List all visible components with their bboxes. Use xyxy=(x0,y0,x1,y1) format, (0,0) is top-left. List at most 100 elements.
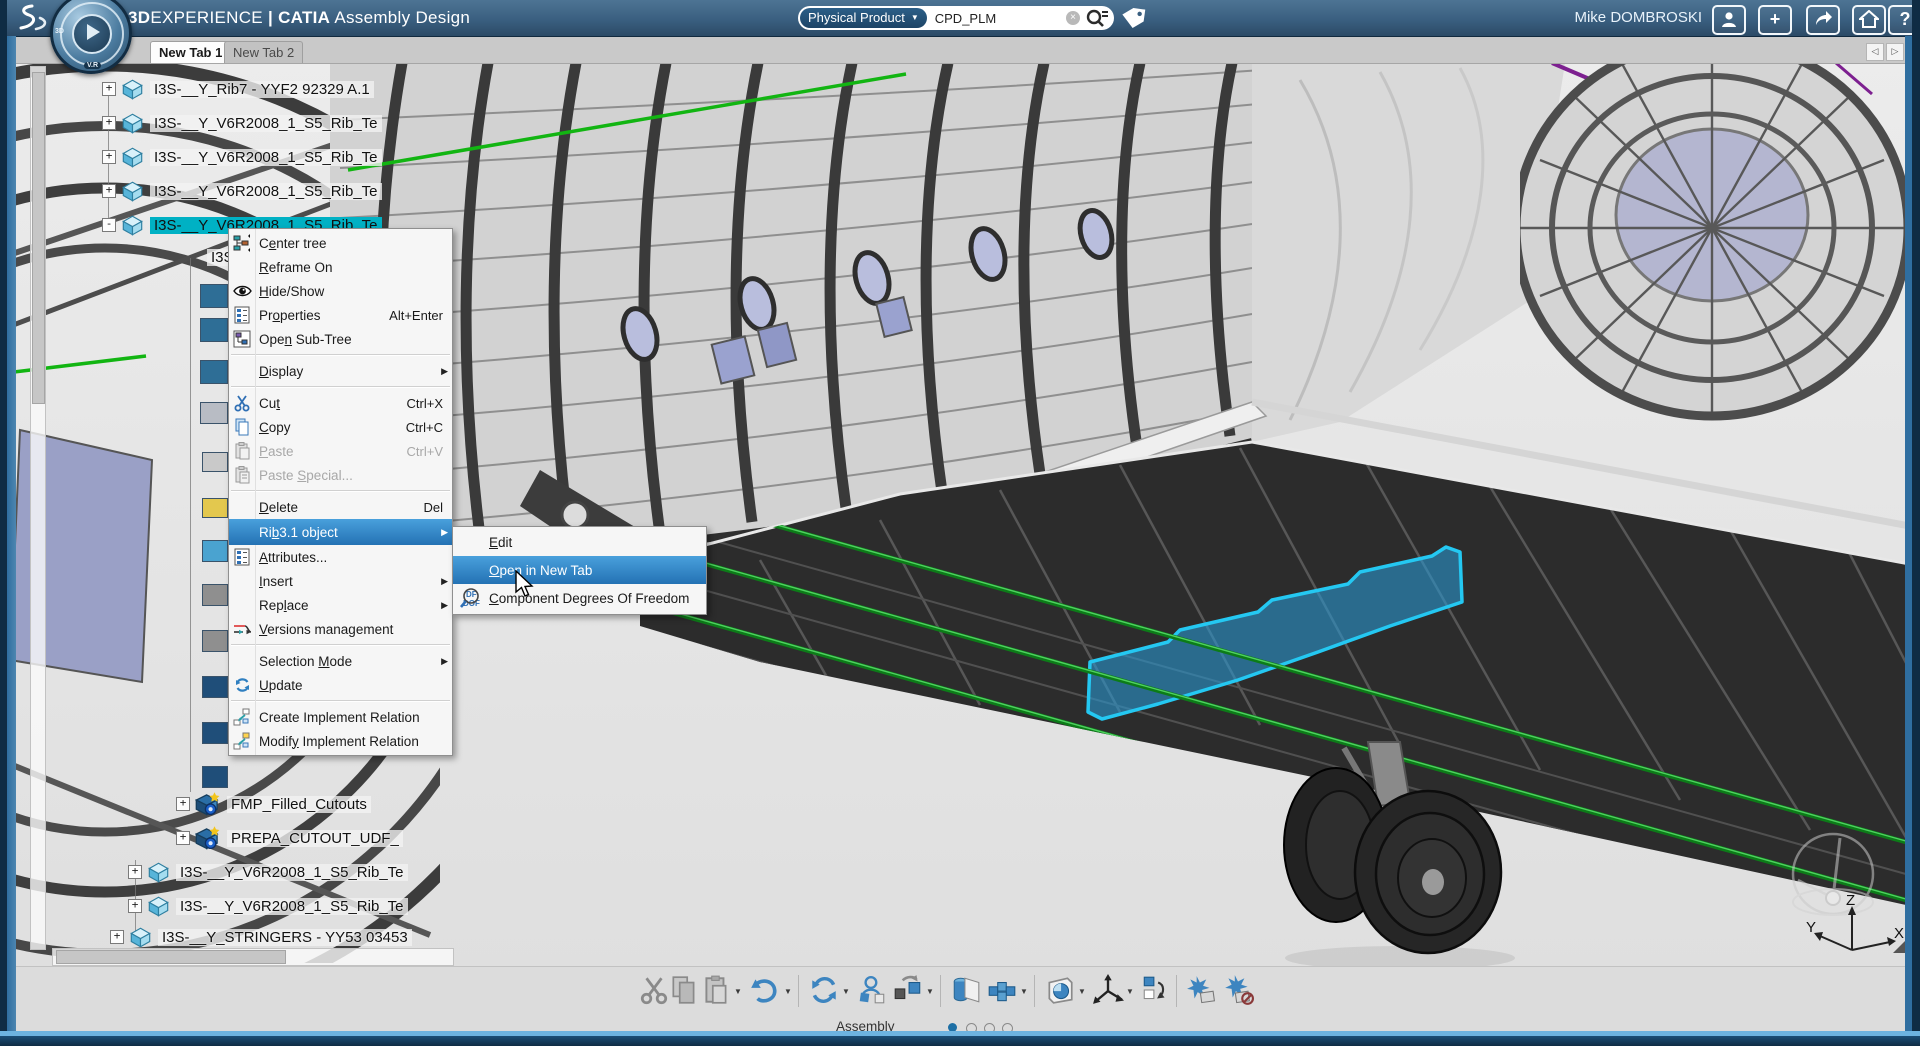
expander-icon[interactable]: + xyxy=(176,831,190,845)
add-icon[interactable]: + xyxy=(1758,5,1792,35)
tree-child-icon[interactable] xyxy=(202,630,228,652)
cut-button[interactable] xyxy=(638,973,670,1007)
versions-icon xyxy=(233,620,252,638)
window-border-right-inner[interactable] xyxy=(1905,36,1912,1046)
menu-item-center-tree[interactable]: Center tree xyxy=(229,231,452,255)
tree-item[interactable]: + I3S-__Y_Rib7 - YYF2 92329 A.1 xyxy=(102,76,374,102)
menu-item-versions-management[interactable]: Versions management xyxy=(229,617,452,641)
tree-child-icon[interactable] xyxy=(200,402,228,424)
paste-options-caret[interactable]: ▼ xyxy=(734,987,742,996)
paste-button[interactable] xyxy=(700,973,732,1007)
menu-item-reframe-on[interactable]: Reframe On xyxy=(229,255,452,279)
menu-item-create-implement-relation[interactable]: Create Implement Relation xyxy=(229,705,452,729)
menu-item-modify-implement-relation[interactable]: Modify Implement Relation xyxy=(229,729,452,753)
component-management-button[interactable] xyxy=(856,973,888,1007)
tree-item[interactable]: + I3S-__Y_STRINGERS - YY53 03453 xyxy=(110,927,412,947)
tree-item[interactable]: + PREPA_CUTOUT_UDF_ xyxy=(176,825,403,851)
tree-item[interactable]: + I3S-__Y_V6R2008_1_S5_Rib_Te xyxy=(128,893,408,919)
window-border-left-inner xyxy=(7,36,16,1046)
tab-scroll-left-icon[interactable]: ◁ xyxy=(1866,43,1884,61)
expander-icon[interactable]: + xyxy=(110,930,124,944)
menu-item-rib3-object[interactable]: Rib3.1 object ▶ xyxy=(229,519,452,545)
axis-system-button[interactable] xyxy=(1092,973,1124,1007)
product-cube-icon xyxy=(121,146,144,169)
instantiation-caret[interactable]: ▼ xyxy=(1020,987,1028,996)
menu-item-delete[interactable]: Delete Del xyxy=(229,495,452,519)
submenu-item-component-dof[interactable]: DF DOF Component Degrees Of Freedom xyxy=(453,584,706,612)
menu-item-cut[interactable]: Cut Ctrl+X xyxy=(229,391,452,415)
toolbar-separator xyxy=(798,975,799,1007)
search-clear-icon[interactable]: × xyxy=(1066,11,1080,25)
section-button[interactable] xyxy=(950,973,982,1007)
expander-icon[interactable]: + xyxy=(102,82,116,96)
tag-icon[interactable] xyxy=(1120,6,1146,30)
clash-button[interactable] xyxy=(1186,973,1218,1007)
tab-new-tab-2[interactable]: New Tab 2 xyxy=(224,41,303,63)
expander-icon[interactable]: + xyxy=(176,797,190,811)
update-caret[interactable]: ▼ xyxy=(842,987,850,996)
menu-item-paste-special: Paste Special... xyxy=(229,463,452,487)
expander-icon[interactable]: + xyxy=(102,184,116,198)
context-submenu: Edit Open in New Tab DF DOF Component De… xyxy=(452,526,707,615)
tree-horizontal-scrollbar-thumb[interactable] xyxy=(56,950,286,964)
menu-item-update[interactable]: Update xyxy=(229,673,452,697)
mechanism-button[interactable] xyxy=(1044,973,1076,1007)
profile-icon[interactable] xyxy=(1712,5,1746,35)
menu-item-hide-show[interactable]: Hide/Show xyxy=(229,279,452,303)
tree-child-icon[interactable] xyxy=(202,498,228,518)
axis-system-caret[interactable]: ▼ xyxy=(1126,987,1134,996)
update-button[interactable] xyxy=(808,973,840,1007)
tree-item[interactable]: I3S xyxy=(207,244,229,270)
menu-item-replace[interactable]: Replace ▶ xyxy=(229,593,452,617)
tree-child-icon[interactable] xyxy=(200,318,228,342)
clash-analysis-button[interactable] xyxy=(1222,973,1254,1007)
menu-item-attributes[interactable]: Attributes... xyxy=(229,545,452,569)
tree-item[interactable]: + FMP_Filled_Cutouts xyxy=(176,791,371,817)
tab-scroll-right-icon[interactable]: ▷ xyxy=(1886,43,1904,61)
app-title: 3DEXPERIENCE | CATIA Assembly Design xyxy=(128,8,470,28)
submenu-item-open-in-new-tab[interactable]: Open in New Tab xyxy=(453,556,706,584)
tree-vertical-scrollbar-thumb[interactable] xyxy=(32,72,45,404)
expander-icon[interactable]: + xyxy=(102,150,116,164)
play-icon[interactable] xyxy=(87,24,100,40)
multi-instantiation-button[interactable] xyxy=(986,973,1018,1007)
undo-history-caret[interactable]: ▼ xyxy=(784,987,792,996)
search-scope-dropdown[interactable]: Physical Product ▼ xyxy=(800,8,927,28)
tree-child-icon[interactable] xyxy=(202,584,228,606)
submenu-arrow-icon: ▶ xyxy=(441,600,448,611)
tree-item[interactable]: + I3S-__Y_V6R2008_1_S5_Rib_Te xyxy=(128,859,408,885)
mechanism-caret[interactable]: ▼ xyxy=(1078,987,1086,996)
menu-item-display[interactable]: Display ▶ xyxy=(229,359,452,383)
manipulation-button[interactable] xyxy=(892,973,924,1007)
expander-icon[interactable]: + xyxy=(128,899,142,913)
tree-item[interactable]: + I3S-__Y_V6R2008_1_S5_Rib_Te xyxy=(102,178,382,204)
user-name[interactable]: Mike DOMBROSKI xyxy=(1574,9,1702,26)
tree-item[interactable]: + I3S-__Y_V6R2008_1_S5_Rib_Te xyxy=(102,144,382,170)
undo-button[interactable] xyxy=(748,973,780,1007)
menu-item-insert[interactable]: Insert ▶ xyxy=(229,569,452,593)
menu-item-open-sub-tree[interactable]: Open Sub-Tree xyxy=(229,327,452,351)
tree-child-icon[interactable] xyxy=(200,360,228,384)
menu-item-properties[interactable]: Properties Alt+Enter xyxy=(229,303,452,327)
copy-button[interactable] xyxy=(668,973,700,1007)
manipulation-caret[interactable]: ▼ xyxy=(926,987,934,996)
menu-item-selection-mode[interactable]: Selection Mode ▶ xyxy=(229,649,452,673)
tree-child-icon[interactable] xyxy=(202,676,228,698)
search-input[interactable]: CPD_PLM xyxy=(935,11,1066,26)
tree-child-icon[interactable] xyxy=(202,540,228,562)
tree-child-icon[interactable] xyxy=(202,766,228,788)
share-icon[interactable] xyxy=(1806,5,1840,35)
menu-item-copy[interactable]: Copy Ctrl+C xyxy=(229,415,452,439)
tree-child-icon[interactable] xyxy=(200,284,228,308)
home-icon[interactable] xyxy=(1852,5,1886,35)
expander-icon[interactable]: + xyxy=(102,116,116,130)
expander-icon[interactable]: + xyxy=(128,865,142,879)
search-bar[interactable]: Physical Product ▼ CPD_PLM × xyxy=(798,6,1114,30)
tree-child-icon[interactable] xyxy=(202,452,228,472)
reorder-tree-button[interactable] xyxy=(1140,973,1172,1007)
expander-icon[interactable]: - xyxy=(102,218,116,232)
submenu-item-edit[interactable]: Edit xyxy=(453,529,706,556)
search-icon[interactable] xyxy=(1084,8,1110,28)
tree-child-icon[interactable] xyxy=(202,722,228,744)
tree-item[interactable]: + I3S-__Y_V6R2008_1_S5_Rib_Te xyxy=(102,110,382,136)
